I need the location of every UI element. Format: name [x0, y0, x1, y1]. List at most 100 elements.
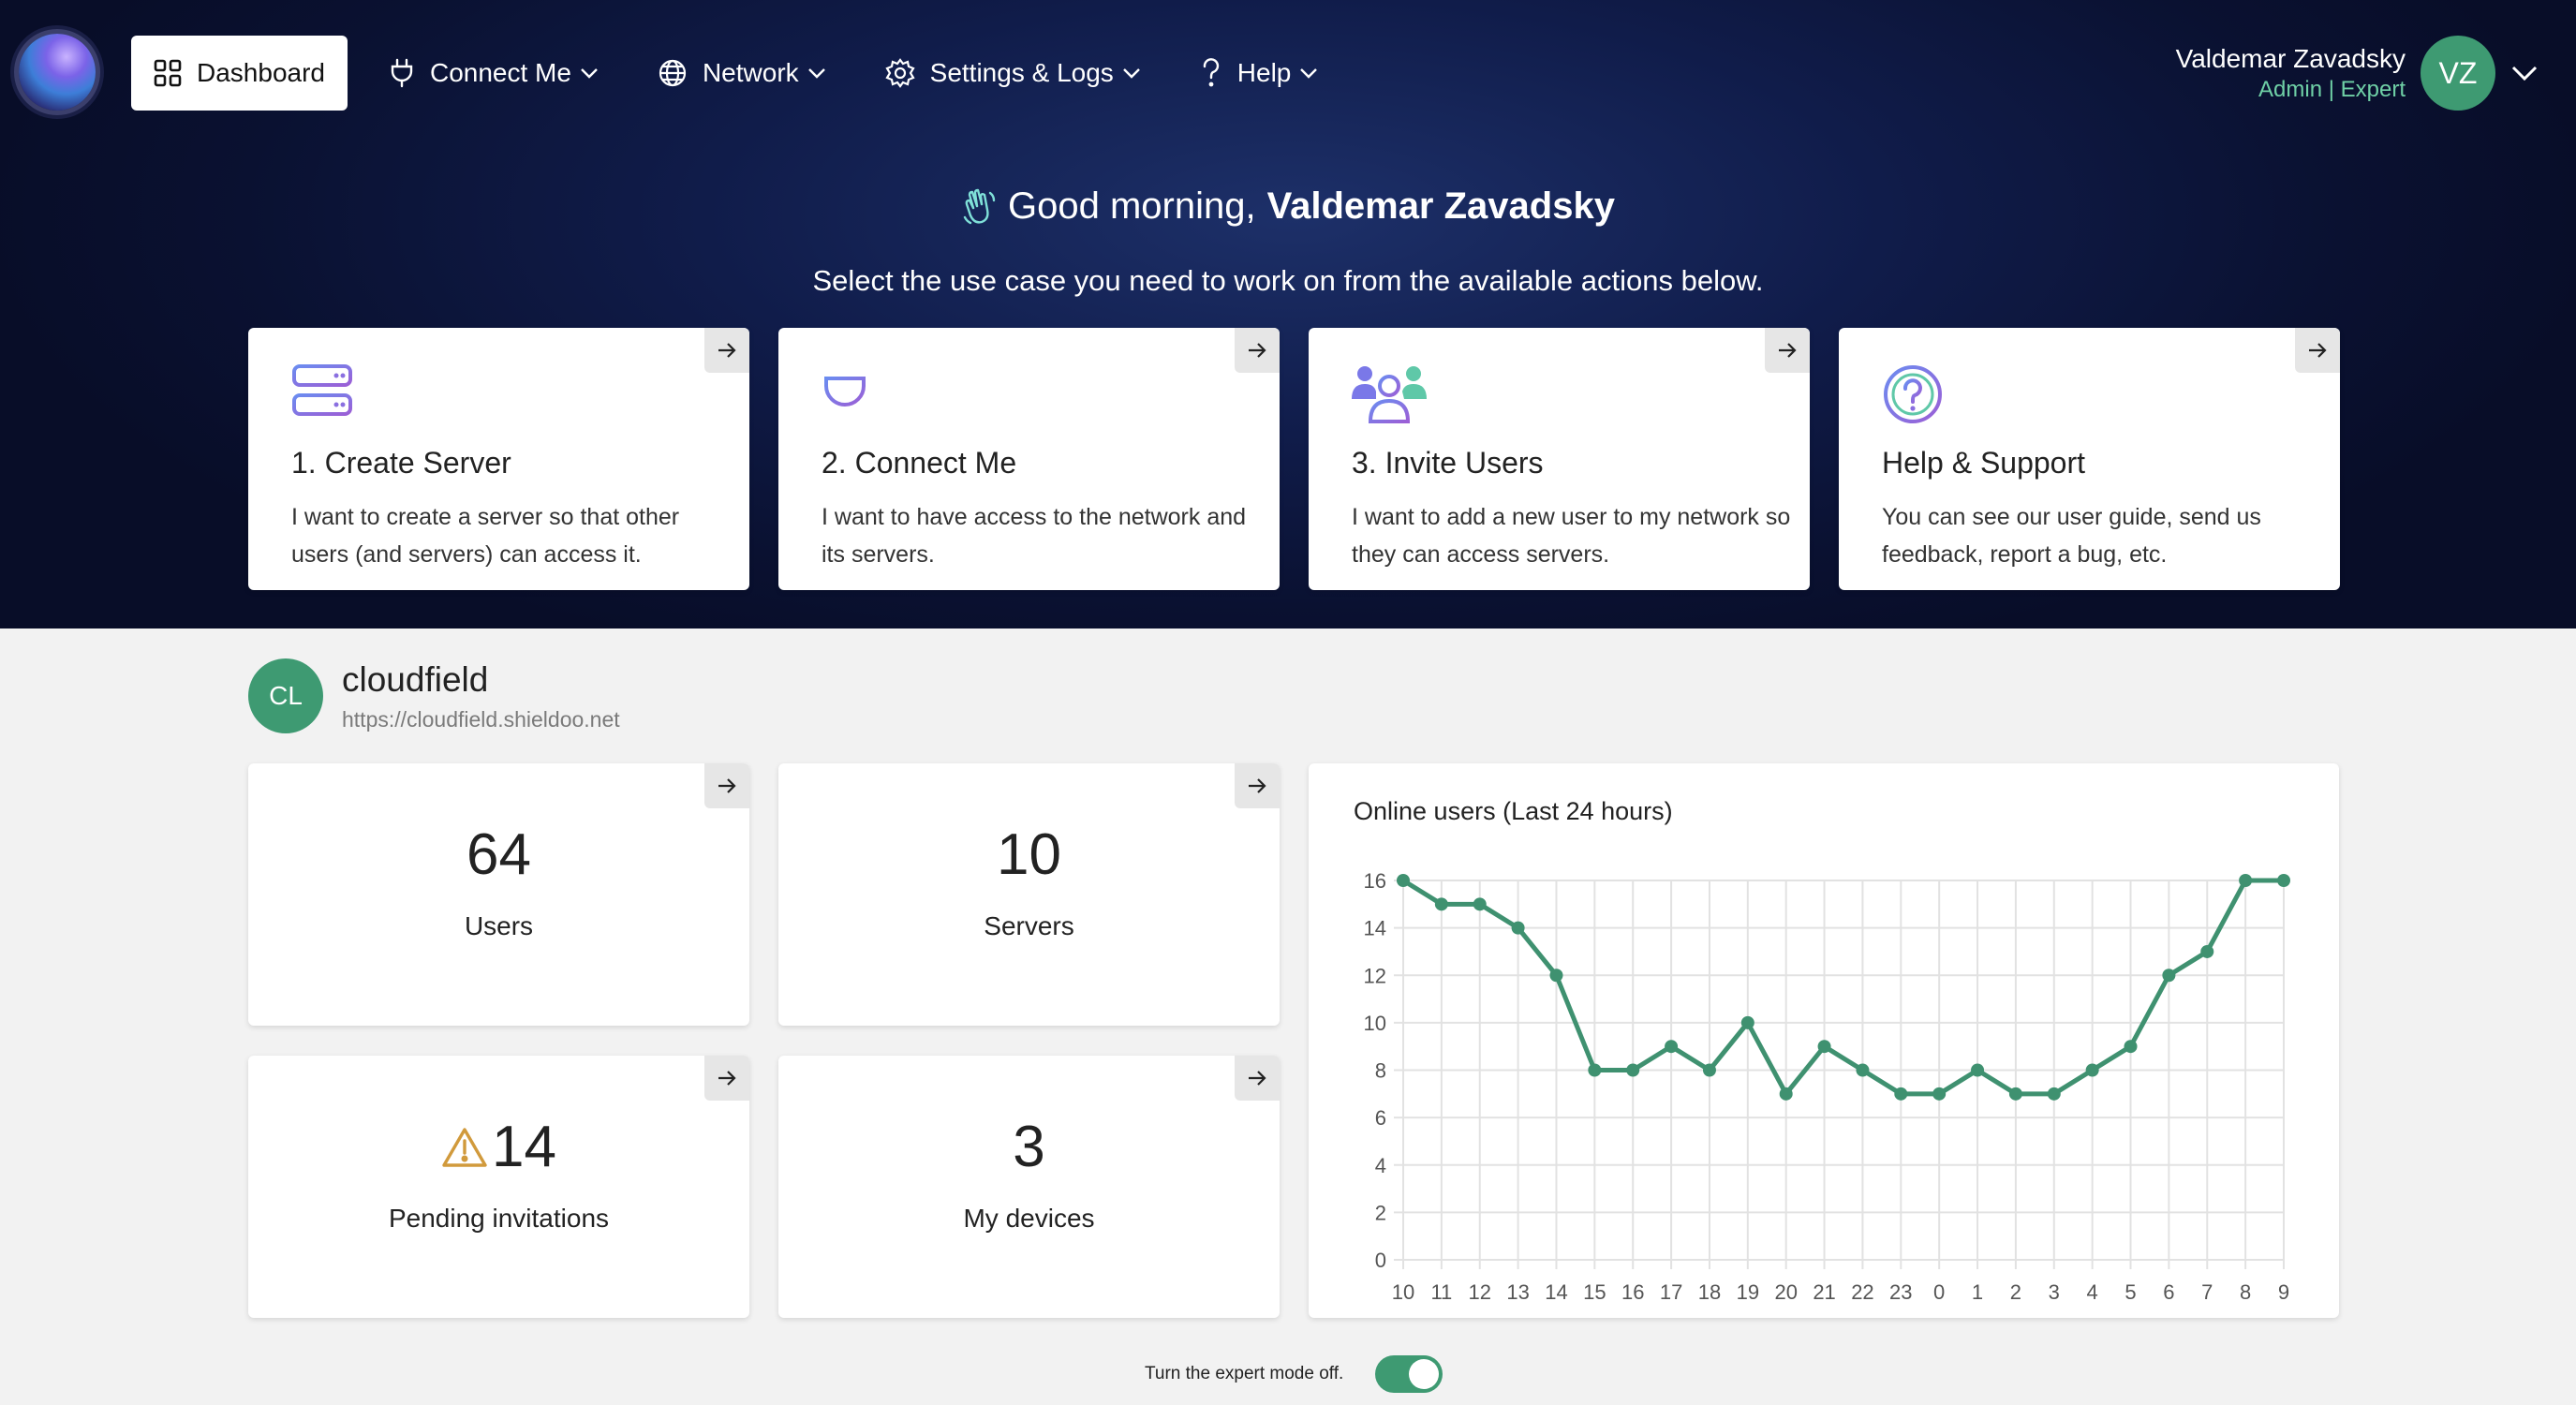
stat-value: 64 [248, 821, 749, 888]
data-point [1856, 1063, 1870, 1077]
stat-card-pending-invitations[interactable]: 14 Pending invitations [248, 1056, 749, 1318]
pending-invitations-count: 14 [492, 1115, 556, 1179]
data-point [1702, 1063, 1716, 1077]
x-tick-label: 8 [2240, 1280, 2251, 1304]
data-point [2124, 1040, 2138, 1054]
nav-dashboard[interactable]: Dashboard [131, 36, 348, 111]
x-tick-label: 0 [1933, 1280, 1945, 1304]
arrow-right-icon [1249, 1071, 1266, 1086]
users-icon [1352, 366, 1427, 423]
open-create-server-button[interactable] [704, 328, 749, 373]
action-description: I want to have access to the network and… [822, 504, 1247, 568]
stat-card-servers[interactable]: 10 Servers [778, 763, 1280, 1026]
open-pending-invitations-button[interactable] [704, 1056, 749, 1101]
open-users-button[interactable] [704, 763, 749, 808]
users-count: 64 [466, 822, 531, 887]
open-invite-users-button[interactable] [1765, 328, 1810, 373]
app-logo[interactable] [19, 34, 96, 111]
action-card-connect-me[interactable]: 2. Connect Me I want to have access to t… [778, 328, 1280, 590]
action-description: You can see our user guide, send us feed… [1882, 504, 2261, 568]
greeting-prefix: Good morning, [1008, 185, 1256, 227]
online-users-chart: 024681012141610 11 12 13 14 15 16 17 18 19 20 21 22 2… [1364, 869, 2290, 1304]
arrow-right-icon [1249, 343, 1266, 358]
x-tick-label: 6 [2163, 1280, 2174, 1304]
user-name: Valdemar Zavadsky [2175, 44, 2406, 73]
arrow-right-icon [1779, 343, 1797, 358]
action-card-create-server[interactable]: 1. Create Server I want to create a serv… [248, 328, 749, 590]
chevron-down-icon [1300, 68, 1318, 79]
nav-connect-me-label: Connect Me [429, 58, 571, 87]
data-point [2162, 969, 2176, 983]
x-tick-label: 11 [1430, 1280, 1452, 1304]
y-tick-label: 6 [1375, 1106, 1386, 1130]
data-point [1434, 897, 1448, 911]
open-help-support-button[interactable] [2295, 328, 2340, 373]
user-avatar[interactable]: VZ [2421, 36, 2495, 111]
open-servers-button[interactable] [1235, 763, 1280, 808]
globe-icon [659, 59, 687, 87]
user-menu[interactable]: Valdemar Zavadsky Admin | Expert VZ [2176, 34, 2539, 112]
server-icon [292, 364, 352, 416]
y-tick-label: 16 [1364, 869, 1386, 893]
action-title: Help & Support [1882, 446, 2086, 480]
stat-label: My devices [963, 1204, 1095, 1233]
action-card-invite-users[interactable]: 3. Invite Users I want to add a new user… [1309, 328, 1810, 590]
x-tick-label: 7 [2201, 1280, 2213, 1304]
main-nav: Dashboard Connect Me Network Settings & [131, 36, 1377, 111]
x-tick-label: 20 [1774, 1280, 1797, 1304]
online-users-chart-card: Online users (Last 24 hours) 0 2 4 6 8 10 12 14… [1309, 763, 2339, 1318]
action-description: I want to create a server so that other … [291, 504, 680, 568]
x-tick-label: 1 [1972, 1280, 1983, 1304]
grid-icon [154, 59, 182, 87]
x-tick-label: 4 [2087, 1280, 2098, 1304]
nav-help[interactable]: Help [1200, 36, 1320, 111]
nav-connect-me[interactable]: Connect Me [389, 36, 600, 111]
stat-card-my-devices[interactable]: 3 My devices [778, 1056, 1280, 1318]
x-tick-label: 9 [2278, 1280, 2289, 1304]
data-point [2200, 944, 2214, 958]
series-line [1401, 878, 2284, 1097]
stat-value: 3 [778, 1114, 1280, 1180]
chevron-down-icon[interactable] [2510, 65, 2539, 81]
data-point [1665, 1040, 1679, 1054]
arrow-right-icon [718, 778, 736, 793]
data-point [1779, 1087, 1793, 1101]
arrow-right-icon [1249, 778, 1266, 793]
servers-count: 10 [997, 822, 1061, 887]
stat-label: Pending invitations [388, 1204, 610, 1233]
data-point [2047, 1087, 2061, 1101]
data-point [1473, 897, 1487, 911]
data-point [1588, 1063, 1602, 1077]
nav-settings-logs[interactable]: Settings & Logs [885, 36, 1142, 111]
stat-value: 10 [778, 821, 1280, 888]
x-tick-label: 12 [1468, 1280, 1490, 1304]
nav-help-label: Help [1236, 58, 1292, 87]
devices-count: 3 [1013, 1115, 1045, 1179]
open-connect-me-button[interactable] [1235, 328, 1280, 373]
stat-card-users[interactable]: 64 Users [248, 763, 749, 1026]
action-card-help-support[interactable]: Help & Support You can see our user guid… [1839, 328, 2340, 590]
gear-icon [885, 58, 915, 88]
chevron-down-icon [807, 68, 825, 79]
plug-icon [391, 58, 413, 88]
data-point [2277, 874, 2290, 887]
greeting: Good morning, Valdemar Zavadsky [0, 185, 2576, 228]
data-point [1817, 1040, 1831, 1054]
open-my-devices-button[interactable] [1235, 1056, 1280, 1101]
expert-mode-toggle[interactable] [1375, 1355, 1443, 1393]
waving-hand-icon [963, 188, 996, 224]
y-tick-label: 2 [1375, 1201, 1386, 1224]
data-point [1549, 969, 1563, 983]
x-tick-label: 10 [1392, 1280, 1414, 1304]
nav-network[interactable]: Network [658, 36, 827, 111]
data-point [2008, 1087, 2022, 1101]
toggle-knob [1409, 1359, 1439, 1389]
warning-icon [442, 1127, 487, 1167]
user-info: Valdemar Zavadsky Admin | Expert [2176, 42, 2406, 104]
x-tick-label: 18 [1698, 1280, 1721, 1304]
x-tick-label: 13 [1506, 1280, 1529, 1304]
data-point [1397, 874, 1410, 887]
org-avatar: CL [248, 658, 323, 733]
hero-subtitle: Select the use case you need to work on … [812, 264, 1764, 297]
stat-label: Servers [984, 911, 1074, 940]
